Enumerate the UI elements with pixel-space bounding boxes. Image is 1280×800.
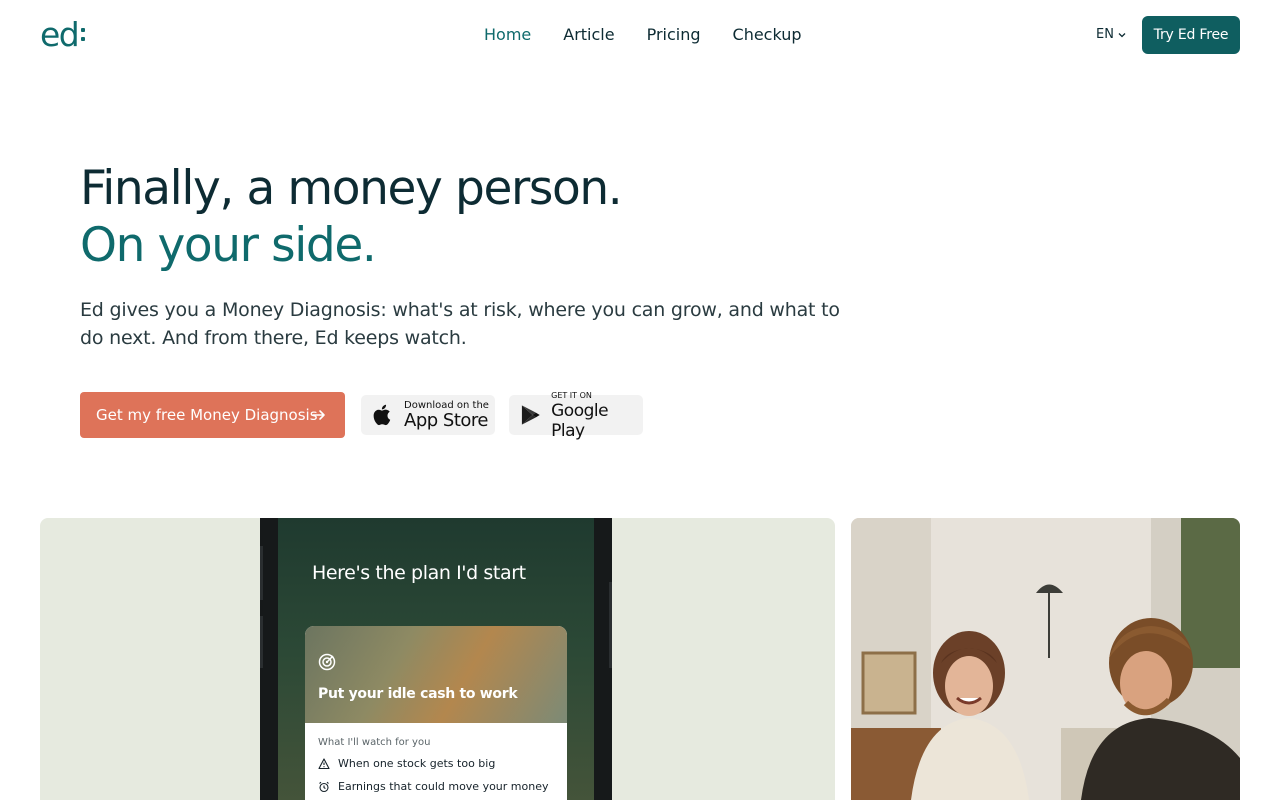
google-play-badge[interactable]: GET IT ON Google Play	[509, 391, 643, 441]
phone-side-button	[260, 616, 263, 668]
logo-dots	[81, 28, 86, 41]
language-label: EN	[1096, 27, 1114, 42]
top-navigation: ed Home Article Pricing Checkup EN Try E…	[0, 0, 1280, 70]
target-icon	[318, 653, 336, 671]
phone-screen: Here's the plan I'd start Put your idle …	[278, 518, 594, 800]
nav-links: Home Article Pricing Checkup	[484, 24, 802, 46]
watch-label: What I'll watch for you	[318, 737, 431, 748]
phone-side-button	[260, 546, 263, 600]
watch-item: When one stock gets too big	[318, 757, 554, 770]
nav-link-pricing[interactable]: Pricing	[647, 24, 701, 46]
photo-illustration	[851, 518, 1240, 800]
phone-preview-card: Here's the plan I'd start Put your idle …	[40, 518, 835, 800]
chevron-down-icon	[1118, 32, 1126, 37]
hero-title-line2: On your side.	[80, 218, 377, 273]
cta-label: Get my free Money Diagnosis	[96, 406, 318, 424]
hero-title: Finally, a money person. On your side.	[80, 160, 623, 274]
google-play-big-label: Google Play	[551, 400, 609, 441]
google-play-small-label: GET IT ON	[551, 390, 592, 400]
watch-item-text: Earnings that could move your money	[338, 780, 549, 793]
ed-logo[interactable]: ed	[40, 15, 86, 54]
get-money-diagnosis-button[interactable]: Get my free Money Diagnosis	[80, 392, 345, 438]
phone-mockup: Here's the plan I'd start Put your idle …	[260, 518, 612, 800]
hero-title-line1: Finally, a money person.	[80, 161, 623, 216]
google-play-icon	[521, 405, 540, 425]
phone-side-button	[609, 582, 612, 668]
plan-card-title: Put your idle cash to work	[318, 686, 518, 702]
hero-subtitle: Ed gives you a Money Diagnosis: what's a…	[80, 299, 840, 349]
apple-icon	[373, 404, 391, 426]
arrow-right-icon	[312, 410, 325, 420]
google-play-text: GET IT ON Google Play	[551, 390, 643, 441]
watch-item: Earnings that could move your money	[318, 780, 554, 793]
warning-icon	[318, 757, 330, 769]
alarm-icon	[319, 781, 329, 792]
watch-item-text: When one stock gets too big	[338, 757, 496, 770]
app-store-badge[interactable]: Download on the App Store	[361, 395, 495, 435]
try-ed-free-button[interactable]: Try Ed Free	[1142, 16, 1240, 54]
nav-link-home[interactable]: Home	[484, 24, 531, 46]
people-photo	[851, 518, 1240, 800]
logo-wordmark: ed	[40, 15, 80, 54]
app-store-big-label: App Store	[404, 409, 488, 431]
language-selector[interactable]: EN	[1096, 27, 1127, 42]
plan-card: Put your idle cash to work What I'll wat…	[305, 626, 567, 800]
nav-link-checkup[interactable]: Checkup	[733, 24, 802, 46]
plan-card-body: What I'll watch for you When one stock g…	[305, 723, 567, 793]
plan-card-header: Put your idle cash to work	[305, 626, 567, 723]
app-store-small-label: Download on the	[404, 399, 489, 411]
phone-headline: Here's the plan I'd start	[312, 562, 526, 584]
nav-link-article[interactable]: Article	[563, 24, 614, 46]
app-store-text: Download on the App Store	[404, 400, 489, 431]
